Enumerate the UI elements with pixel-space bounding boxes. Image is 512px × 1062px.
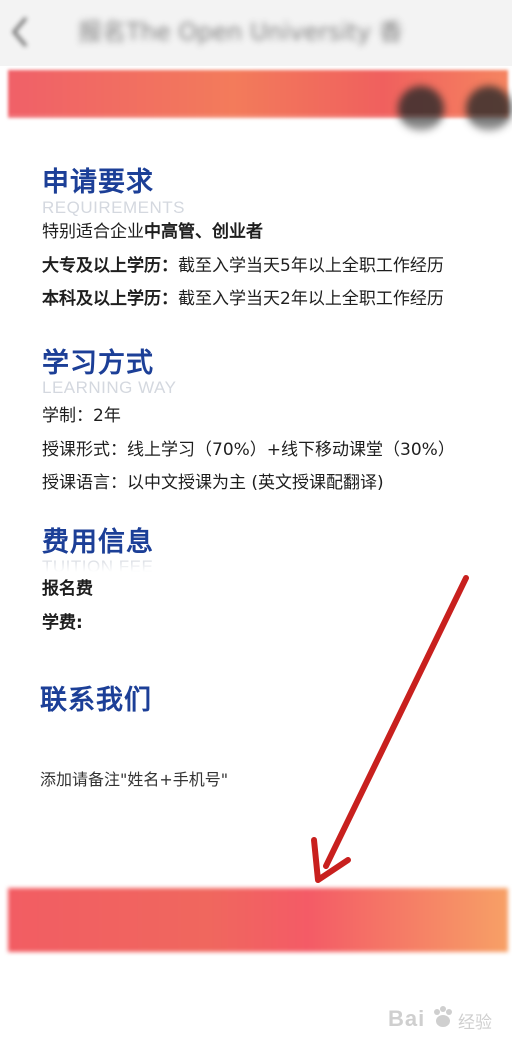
paw-logo-icon xyxy=(434,1006,452,1027)
watermark-text-cn: 经验 xyxy=(458,1013,492,1033)
annotation-arrow xyxy=(311,575,469,883)
watermark-text: Bai xyxy=(388,1006,426,1031)
